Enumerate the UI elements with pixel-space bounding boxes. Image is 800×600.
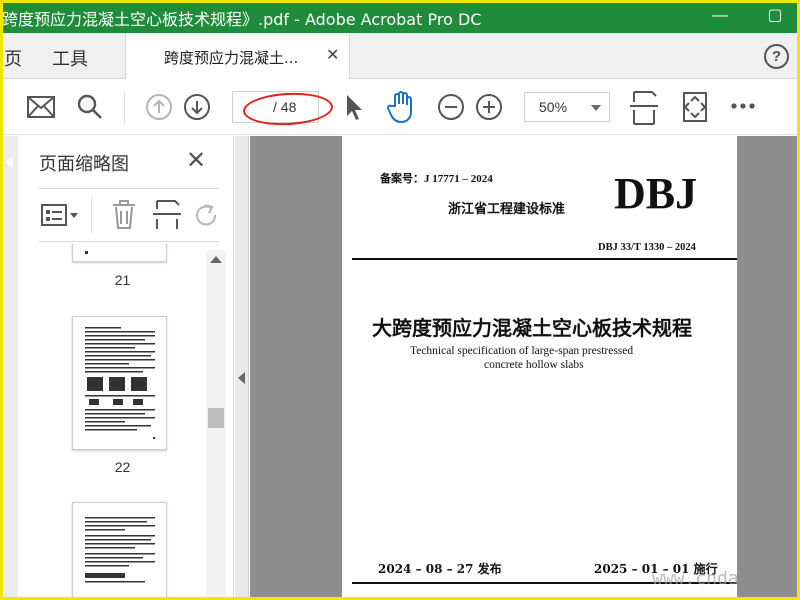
zoom-value: 50%: [539, 99, 568, 115]
collapse-arrow-icon[interactable]: [238, 372, 245, 384]
tab-close-button[interactable]: ✕: [326, 45, 339, 65]
minimize-button[interactable]: —: [705, 4, 735, 28]
title-bar: 跨度预应力混凝土空心板技术规程》.pdf - Adobe Acrobat Pro…: [0, 0, 800, 33]
thumbnail-label: 22: [114, 459, 131, 475]
document-title-en-line1: Technical specification of large-span pr…: [410, 345, 634, 357]
header-rule: [352, 258, 737, 260]
document-title-en-line2: concrete hollow slabs: [484, 359, 584, 371]
toolbar: / 48 50%: [0, 80, 800, 135]
next-page-icon[interactable]: [183, 93, 211, 121]
insert-page-icon[interactable]: [153, 199, 181, 231]
panel-edge: [0, 136, 18, 600]
thumbnail-page[interactable]: [72, 244, 167, 262]
page-view-icon[interactable]: [681, 91, 709, 123]
trash-icon[interactable]: [111, 200, 137, 230]
zoom-in-icon[interactable]: [475, 93, 503, 121]
thumbnail-list: 21 22: [40, 244, 205, 600]
thumbnail-content: [85, 517, 155, 583]
menu-tools[interactable]: 工具: [52, 45, 88, 71]
email-icon[interactable]: [26, 94, 56, 120]
zoom-dropdown[interactable]: 50%: [524, 92, 610, 122]
thumbnail-scrollbar[interactable]: [206, 250, 226, 600]
panel-toolbar-separator: [91, 197, 92, 233]
rotate-icon[interactable]: [193, 201, 219, 229]
hand-tool-icon[interactable]: [387, 90, 417, 124]
document-tab-label: 跨度预应力混凝土...: [164, 49, 299, 67]
thumbnail-label: 21: [114, 272, 131, 288]
chevron-left-icon: [6, 156, 13, 168]
organization: 浙江省工程建设标准: [448, 202, 566, 217]
panel-close-button[interactable]: ✕: [186, 146, 206, 175]
document-tab[interactable]: 跨度预应力混凝土... ✕: [125, 33, 350, 79]
panel-toolbar: [39, 188, 219, 242]
zoom-out-icon[interactable]: [437, 93, 465, 121]
panel-title: 页面缩略图: [39, 154, 129, 175]
panel-collapse-strip[interactable]: [235, 136, 249, 600]
scroll-up-icon[interactable]: [210, 256, 222, 263]
search-icon[interactable]: [76, 93, 104, 121]
watermark: www.cnda: [652, 568, 739, 589]
standard-number: DBJ 33/T 1330 – 2024: [598, 242, 696, 253]
document-view[interactable]: 备案号：J 17771 – 2024 浙江省工程建设标准 DBJ DBJ 33/…: [250, 136, 800, 600]
window-title: 跨度预应力混凝土空心板技术规程》.pdf - Adobe Acrobat Pro…: [2, 10, 482, 29]
menu-page[interactable]: 页: [4, 45, 22, 71]
toolbar-separator: [124, 92, 125, 124]
select-tool-icon[interactable]: [342, 92, 364, 122]
more-options-icon[interactable]: [730, 102, 756, 110]
help-button[interactable]: ?: [764, 44, 789, 69]
fit-page-icon[interactable]: [630, 90, 658, 126]
dbj-logo: DBJ: [614, 169, 698, 218]
thumbnail-page[interactable]: [72, 316, 167, 450]
release-date: 2024 – 08 – 27 发布: [378, 562, 502, 576]
thumbnail-content: [85, 327, 155, 439]
options-menu-icon[interactable]: [41, 203, 79, 227]
chevron-down-icon: [591, 105, 601, 111]
document-title-cn: 大跨度预应力混凝土空心板技术规程: [372, 316, 692, 340]
thumbnail-page[interactable]: [72, 502, 167, 600]
record-number: 备案号：J 17771 – 2024: [380, 173, 493, 185]
document-page: 备案号：J 17771 – 2024 浙江省工程建设标准 DBJ DBJ 33/…: [342, 136, 737, 600]
thumbnail-panel: 页面缩略图 ✕ 21 22: [0, 136, 234, 600]
scrollbar-thumb[interactable]: [208, 408, 224, 428]
maximize-button[interactable]: ▢: [760, 4, 790, 28]
previous-page-icon[interactable]: [145, 93, 173, 121]
menu-bar: 页 工具 跨度预应力混凝土... ✕ ?: [0, 33, 800, 79]
